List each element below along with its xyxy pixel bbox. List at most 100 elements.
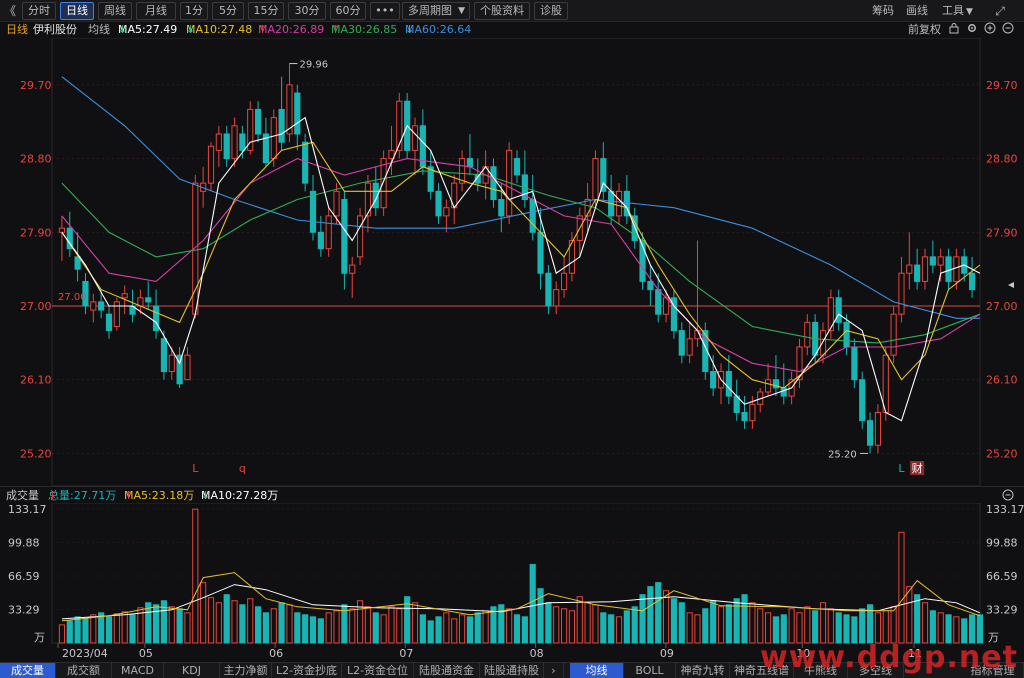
volume-bar bbox=[309, 616, 317, 644]
candle-body bbox=[819, 330, 827, 356]
zoom-in-icon[interactable] bbox=[984, 22, 996, 39]
lock-icon[interactable] bbox=[948, 22, 960, 39]
candle-body bbox=[741, 411, 748, 422]
ref-price-label: 27.00 bbox=[58, 292, 87, 303]
price-tick-label-left: 26.10 bbox=[20, 374, 52, 387]
candle-body bbox=[529, 199, 536, 233]
period-button-5min[interactable]: 5分 bbox=[212, 2, 244, 20]
candle-body bbox=[184, 354, 191, 381]
candlestick-series bbox=[58, 63, 976, 454]
tab-ma[interactable]: 均线 bbox=[570, 663, 624, 678]
chip-button[interactable]: 筹码 bbox=[872, 3, 894, 19]
period-button-monthly[interactable]: 月线 bbox=[136, 2, 176, 20]
legend-stock-name[interactable]: 伊利股份 bbox=[33, 22, 77, 38]
legend-ma30-value: MA30:26.85 bbox=[331, 23, 398, 36]
date-tick-label: 05 bbox=[139, 647, 153, 660]
volume-bar bbox=[780, 614, 787, 644]
candle-body bbox=[58, 227, 66, 233]
down-arrow-icon: ↓ bbox=[118, 23, 128, 36]
period-button-intraday[interactable]: 分时 bbox=[22, 2, 56, 20]
volume-bar bbox=[733, 598, 740, 644]
candle-body bbox=[600, 158, 607, 192]
period-button-15min[interactable]: 15分 bbox=[248, 2, 284, 20]
tab-boll[interactable]: BOLL bbox=[624, 663, 676, 678]
collapse-icon[interactable]: 《 bbox=[2, 3, 18, 19]
volume-bar bbox=[843, 614, 850, 644]
volume-bar bbox=[717, 606, 725, 644]
tab-magic-five[interactable]: 神奇五线谱 bbox=[730, 663, 794, 678]
volume-bar bbox=[82, 618, 89, 644]
volume-chart[interactable]: 133.17 133.17 99.88 99.88 66.59 66.59 33.29 33.… bbox=[0, 503, 1024, 662]
volume-ma10-value: MA10:27.28万 bbox=[201, 489, 279, 502]
adjust-mode-button[interactable]: 前复权 bbox=[908, 22, 941, 38]
volume-bar bbox=[168, 606, 175, 644]
diagnose-button[interactable]: 诊股 bbox=[534, 2, 568, 20]
tab-l2-bottom[interactable]: L2-资金抄底 bbox=[272, 663, 342, 678]
period-button-60min[interactable]: 60分 bbox=[330, 2, 366, 20]
period-button-30min[interactable]: 30分 bbox=[288, 2, 326, 20]
price-chart[interactable]: 29.70 29.70 28.80 28.80 27.90 27.90 27.00 27.00… bbox=[0, 38, 1024, 486]
expand-icon[interactable]: ⤢ bbox=[992, 3, 1008, 19]
volume-bar bbox=[262, 612, 270, 644]
tab-scroll-right-icon[interactable]: › bbox=[544, 663, 564, 678]
volume-tick-label-right: 99.88 bbox=[986, 536, 1018, 549]
volume-bar bbox=[914, 594, 921, 644]
stock-info-button[interactable]: 个股资料 bbox=[474, 2, 530, 20]
volume-bar bbox=[294, 612, 301, 644]
volume-bar bbox=[239, 604, 246, 644]
volume-bar bbox=[364, 606, 372, 644]
tab-macd[interactable]: MACD bbox=[112, 663, 164, 678]
zoom-out-icon[interactable] bbox=[1002, 22, 1014, 39]
volume-bar bbox=[851, 616, 858, 644]
tab-long-short[interactable]: 多空线 bbox=[848, 663, 904, 678]
volume-bar bbox=[631, 606, 638, 644]
candle-body bbox=[678, 330, 685, 356]
period-button-weekly[interactable]: 周线 bbox=[98, 2, 132, 20]
more-periods-button[interactable]: ••• bbox=[370, 2, 400, 20]
draw-line-button[interactable]: 画线 bbox=[906, 3, 928, 19]
volume-bar bbox=[278, 602, 285, 644]
period-button-1min[interactable]: 1分 bbox=[180, 2, 208, 20]
settings-gear-icon[interactable] bbox=[966, 22, 978, 39]
tab-bull-bear[interactable]: 牛熊线 bbox=[794, 663, 848, 678]
candle-body bbox=[435, 190, 442, 217]
period-button-daily[interactable]: 日线 bbox=[60, 2, 94, 20]
volume-tick-label-right: 66.59 bbox=[986, 570, 1018, 583]
volume-bar bbox=[317, 618, 324, 644]
volume-bar bbox=[419, 614, 426, 644]
tab-main-net[interactable]: 主力净额 bbox=[220, 663, 272, 678]
candle-body bbox=[898, 272, 905, 315]
candle-body bbox=[513, 158, 521, 176]
volume-bar bbox=[380, 614, 387, 644]
tab-hk-connect-holdings[interactable]: 陆股通持股 bbox=[480, 663, 544, 678]
date-tick-label: 07 bbox=[399, 647, 413, 660]
multi-period-dropdown[interactable]: 多周期图 ▼ bbox=[402, 2, 470, 20]
volume-bar bbox=[694, 614, 701, 644]
tab-l2-position[interactable]: L2-资金仓位 bbox=[342, 663, 414, 678]
tab-volume[interactable]: 成交量 bbox=[0, 663, 56, 678]
tab-turnover[interactable]: 成交额 bbox=[56, 663, 112, 678]
tab-magic-nine[interactable]: 神奇九转 bbox=[676, 663, 730, 678]
candle-body bbox=[349, 264, 356, 274]
volume-tick-label-left: 133.17 bbox=[8, 503, 47, 516]
tools-dropdown[interactable]: 工具 ▼ bbox=[942, 3, 973, 19]
volume-bar bbox=[741, 594, 748, 644]
up-arrow-icon: ↑ bbox=[258, 23, 268, 36]
volume-bar bbox=[953, 616, 960, 644]
volume-bar bbox=[608, 614, 615, 644]
tab-hk-connect-funds[interactable]: 陆股通资金 bbox=[414, 663, 480, 678]
tab-indicator-manage[interactable]: 指标管理 bbox=[962, 663, 1024, 678]
volume-bar bbox=[435, 616, 442, 644]
volume-bar bbox=[921, 602, 929, 644]
volume-bar bbox=[254, 606, 262, 644]
volume-bar bbox=[623, 610, 630, 644]
volume-bar bbox=[702, 608, 709, 644]
volume-bar bbox=[506, 608, 513, 644]
volume-title[interactable]: 成交量 bbox=[6, 487, 39, 504]
tab-kdj[interactable]: KDJ bbox=[164, 663, 220, 678]
volume-bar bbox=[553, 606, 560, 644]
candle-body bbox=[333, 190, 340, 217]
volume-bar bbox=[200, 582, 207, 644]
legend-indicator[interactable]: 均线 bbox=[88, 22, 110, 38]
volume-bar bbox=[710, 600, 717, 644]
